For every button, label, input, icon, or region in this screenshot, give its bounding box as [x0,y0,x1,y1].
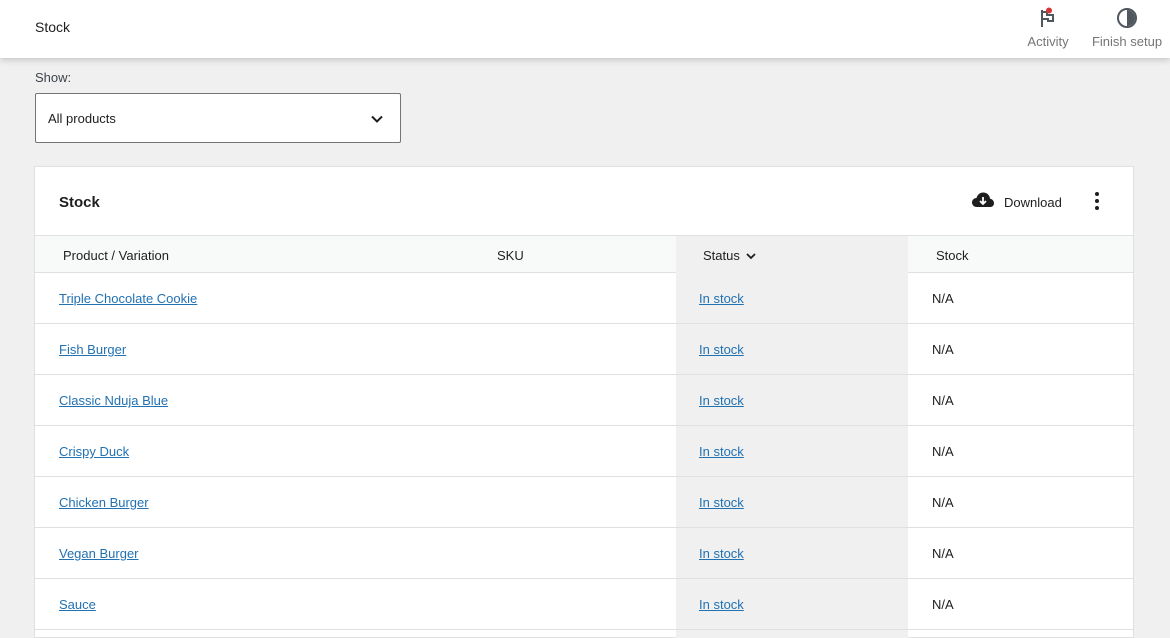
more-vertical-icon [1095,192,1099,210]
card-header: Stock Download [35,167,1133,236]
stock-value: N/A [932,291,954,306]
finish-setup-label: Finish setup [1091,34,1163,49]
status-link[interactable]: In stock [699,444,744,459]
column-header-status[interactable]: Status [703,248,757,263]
more-options-button[interactable] [1087,189,1107,213]
table-row: Fish Burger In stock N/A [35,324,1133,375]
table-body: Triple Chocolate Cookie In stock N/A Fis… [35,273,1133,630]
flag-icon [1036,6,1060,30]
column-header-status-label: Status [703,248,740,263]
activity-button[interactable]: Activity [1024,6,1072,52]
finish-setup-button[interactable]: Finish setup [1090,6,1164,52]
chevron-down-icon [370,112,384,126]
table-row: Triple Chocolate Cookie In stock N/A [35,273,1133,324]
table-header-overlay: Status [35,236,1133,272]
status-link[interactable]: In stock [699,597,744,612]
table-row: Classic Nduja Blue In stock N/A [35,375,1133,426]
page-title: Stock [35,19,71,35]
sort-chevron-down-icon [746,252,756,259]
download-button[interactable]: Download [971,189,1062,215]
show-filter-select[interactable]: All products [35,93,401,143]
status-link[interactable]: In stock [699,393,744,408]
cloud-download-icon [971,191,995,214]
status-link[interactable]: In stock [699,342,744,357]
product-link[interactable]: Classic Nduja Blue [59,393,168,408]
product-link[interactable]: Fish Burger [59,342,126,357]
stock-value: N/A [932,597,954,612]
product-link[interactable]: Chicken Burger [59,495,149,510]
top-bar: Stock Activity Finish setup [0,0,1170,58]
half-circle-icon [1115,6,1139,30]
product-link[interactable]: Triple Chocolate Cookie [59,291,197,306]
status-link[interactable]: In stock [699,546,744,561]
stock-value: N/A [932,444,954,459]
stock-value: N/A [932,495,954,510]
table-row: Chicken Burger In stock N/A [35,477,1133,528]
download-label: Download [1004,194,1062,210]
status-link[interactable]: In stock [699,495,744,510]
product-link[interactable]: Crispy Duck [59,444,129,459]
status-link[interactable]: In stock [699,291,744,306]
table-row: Vegan Burger In stock N/A [35,528,1133,579]
stock-value: N/A [932,342,954,357]
table-row: Sauce In stock N/A [35,579,1133,630]
product-link[interactable]: Vegan Burger [59,546,139,561]
activity-badge [1046,7,1052,14]
activity-label: Activity [1027,34,1069,49]
stock-value: N/A [932,546,954,561]
show-filter-label: Show: [35,70,72,85]
stock-report-card: Stock Download Product / Variation SKU S… [34,166,1134,638]
product-link[interactable]: Sauce [59,597,96,612]
table-row: Crispy Duck In stock N/A [35,426,1133,477]
show-filter-value: All products [48,111,116,126]
card-title: Stock [59,194,100,211]
stock-value: N/A [932,393,954,408]
